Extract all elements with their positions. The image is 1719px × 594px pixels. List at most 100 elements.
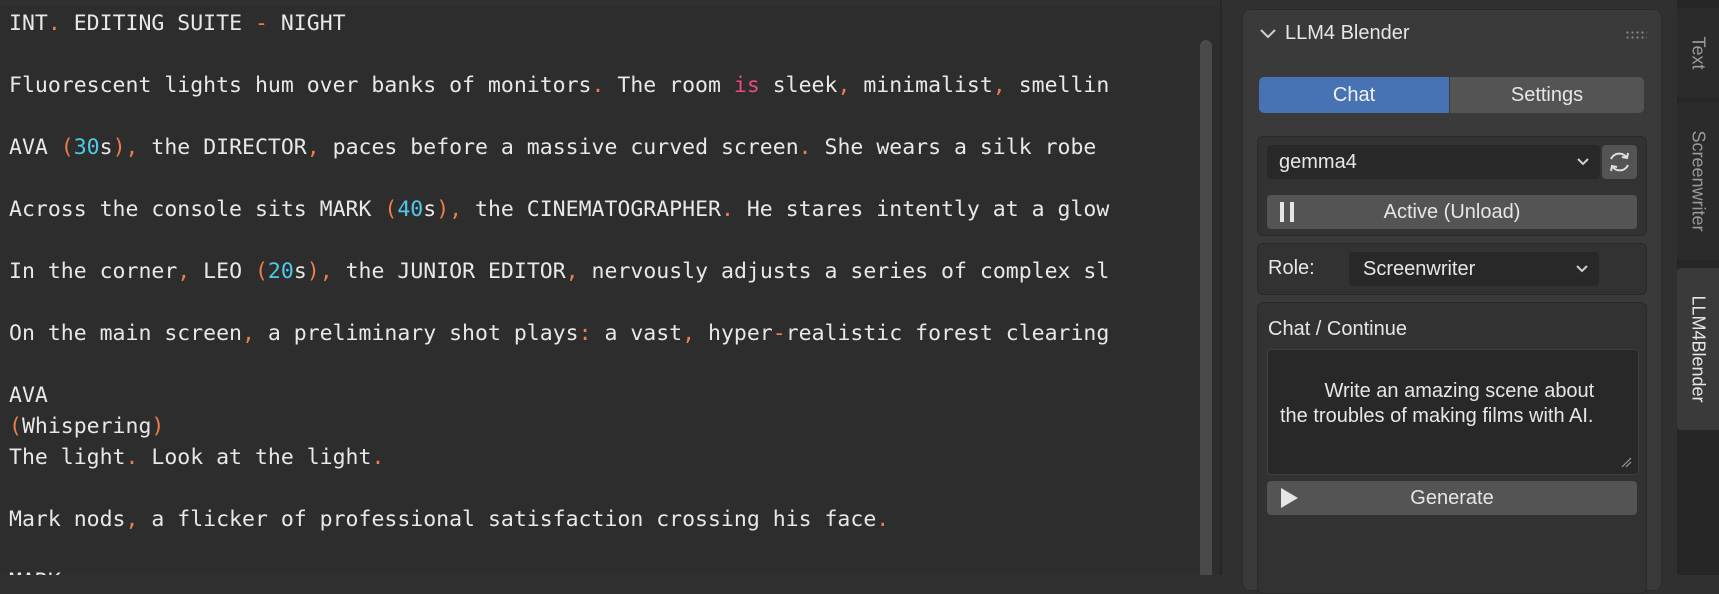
editor-token: - xyxy=(254,11,268,36)
editor-line[interactable]: The light. Look at the light. xyxy=(9,442,1109,473)
editor-token: sleek xyxy=(759,73,838,98)
play-icon xyxy=(1281,488,1298,508)
editor-token: , xyxy=(992,73,1006,98)
editor-token: s xyxy=(293,259,307,284)
active-unload-label: Active (Unload) xyxy=(1383,201,1521,223)
editor-line[interactable]: MARK xyxy=(9,566,1109,575)
editor-token: , xyxy=(125,507,139,532)
refresh-button[interactable] xyxy=(1602,145,1637,179)
editor-token: the CINEMATOGRAPHER xyxy=(462,197,721,222)
editor-line[interactable]: (Whispering) xyxy=(9,411,1109,442)
editor-token: is xyxy=(733,73,760,98)
editor-blank-line[interactable] xyxy=(9,101,1109,132)
sidebar: LLM4 Blender Chat Settings gemma4 Active… xyxy=(1222,0,1677,594)
prompt-textarea[interactable]: Write an amazing scene about the trouble… xyxy=(1267,349,1639,475)
editor-token: hyper xyxy=(695,321,773,346)
editor-token: , xyxy=(242,321,255,346)
editor-token: s xyxy=(99,135,113,160)
collapse-chevron-icon[interactable] xyxy=(1259,28,1277,40)
editor-lines[interactable]: INT. EDITING SUITE - NIGHT Fluorescent li… xyxy=(9,8,1109,575)
editor-token: . xyxy=(125,445,139,470)
sidebar-tab-text-label: Text xyxy=(1688,36,1709,70)
tab-settings[interactable]: Settings xyxy=(1450,77,1644,113)
tab-chat[interactable]: Chat xyxy=(1259,77,1449,113)
role-section: Role: Screenwriter xyxy=(1257,243,1647,295)
editor-scrollbar[interactable] xyxy=(1200,40,1212,575)
sidebar-tab-llm4blender[interactable]: LLM4Blender xyxy=(1677,268,1719,430)
sidebar-tab-text[interactable]: Text xyxy=(1677,8,1719,98)
dropdown-chevron-icon xyxy=(1576,265,1588,273)
sidebar-tabs: Text Screenwriter LLM4Blender xyxy=(1677,0,1719,575)
editor-token: Across the console sits MARK xyxy=(9,197,385,222)
model-select[interactable]: gemma4 xyxy=(1267,145,1600,179)
panel-header[interactable]: LLM4 Blender xyxy=(1243,10,1661,56)
role-label: Role: xyxy=(1268,257,1315,279)
editor-token: . xyxy=(591,73,605,98)
editor-token: the DIRECTOR xyxy=(138,135,307,160)
panel-title: LLM4 Blender xyxy=(1285,22,1410,44)
editor-token: Fluorescent lights hum over banks of mon… xyxy=(9,73,592,98)
editor-token: . xyxy=(47,11,61,36)
model-section: gemma4 Active (Unload) xyxy=(1257,136,1647,236)
active-unload-button[interactable]: Active (Unload) xyxy=(1267,195,1637,229)
editor-blank-line[interactable] xyxy=(9,163,1109,194)
editor-line[interactable]: Fluorescent lights hum over banks of mon… xyxy=(9,70,1109,101)
editor-token: , xyxy=(837,73,851,98)
editor-line[interactable]: Across the console sits MARK (40s), the … xyxy=(9,194,1109,225)
editor-token: ), xyxy=(306,259,333,284)
editor-token: - xyxy=(772,321,786,346)
editor-token: a flicker of professional satisfaction c… xyxy=(138,507,877,532)
editor-token: He stares intently at a glow xyxy=(733,197,1110,222)
resize-grip-icon[interactable] xyxy=(1620,456,1632,468)
prompt-text: Write an amazing scene about the trouble… xyxy=(1280,380,1600,427)
editor-token: , xyxy=(177,259,191,284)
editor-token: 40 xyxy=(397,197,424,222)
role-select[interactable]: Screenwriter xyxy=(1349,252,1599,286)
editor-token: . xyxy=(798,135,812,160)
chat-section: Chat / Continue Write an amazing scene a… xyxy=(1257,302,1647,594)
editor-token: realistic forest clearing xyxy=(785,321,1110,346)
editor-token: The light xyxy=(9,445,126,470)
editor-line[interactable]: AVA (30s), the DIRECTOR, paces before a … xyxy=(9,132,1109,163)
editor-line[interactable]: INT. EDITING SUITE - NIGHT xyxy=(9,8,1109,39)
editor-line[interactable]: In the corner, LEO (20s), the JUNIOR EDI… xyxy=(9,256,1109,287)
editor-blank-line[interactable] xyxy=(9,225,1109,256)
editor-token: Look at the light xyxy=(138,445,372,470)
editor-blank-line[interactable] xyxy=(9,535,1109,566)
editor-token: s xyxy=(423,197,437,222)
sidebar-tab-screenwriter[interactable]: Screenwriter xyxy=(1677,102,1719,260)
editor-token: 20 xyxy=(267,259,294,284)
editor-token: ( xyxy=(384,197,398,222)
editor-blank-line[interactable] xyxy=(9,39,1109,70)
editor-token: nervously adjusts a series of complex sl xyxy=(578,259,1110,284)
editor-token: a vast xyxy=(591,321,683,346)
editor-line[interactable]: On the main screen, a preliminary shot p… xyxy=(9,318,1109,349)
text-editor[interactable]: INT. EDITING SUITE - NIGHT Fluorescent li… xyxy=(0,6,1220,575)
model-select-value: gemma4 xyxy=(1279,151,1357,173)
editor-token: MARK xyxy=(9,569,61,575)
llm4blender-panel: LLM4 Blender Chat Settings gemma4 Active… xyxy=(1242,9,1662,594)
editor-blank-line[interactable] xyxy=(9,287,1109,318)
editor-token: INT xyxy=(9,11,48,36)
editor-token: . xyxy=(876,507,890,532)
editor-token: , xyxy=(306,135,320,160)
editor-blank-line[interactable] xyxy=(9,473,1109,504)
dropdown-chevron-icon xyxy=(1577,158,1589,166)
editor-line[interactable]: Mark nods, a flicker of professional sat… xyxy=(9,504,1109,535)
editor-token: NIGHT xyxy=(267,11,346,36)
editor-token: ( xyxy=(60,135,74,160)
refresh-icon xyxy=(1610,152,1629,172)
editor-line[interactable]: AVA xyxy=(9,380,1109,411)
editor-token: ( xyxy=(9,414,22,439)
role-select-value: Screenwriter xyxy=(1363,258,1476,280)
editor-blank-line[interactable] xyxy=(9,349,1109,380)
generate-button[interactable]: Generate xyxy=(1267,481,1637,515)
editor-token: AVA xyxy=(9,383,48,408)
editor-token: . xyxy=(720,197,734,222)
editor-token: On the main screen xyxy=(9,321,242,346)
editor-token: She wears a silk robe xyxy=(811,135,1097,160)
drag-handle-icon[interactable] xyxy=(1625,30,1647,40)
editor-token: the JUNIOR EDITOR xyxy=(332,259,566,284)
editor-token: ( xyxy=(254,259,268,284)
pause-icon xyxy=(1280,202,1294,222)
